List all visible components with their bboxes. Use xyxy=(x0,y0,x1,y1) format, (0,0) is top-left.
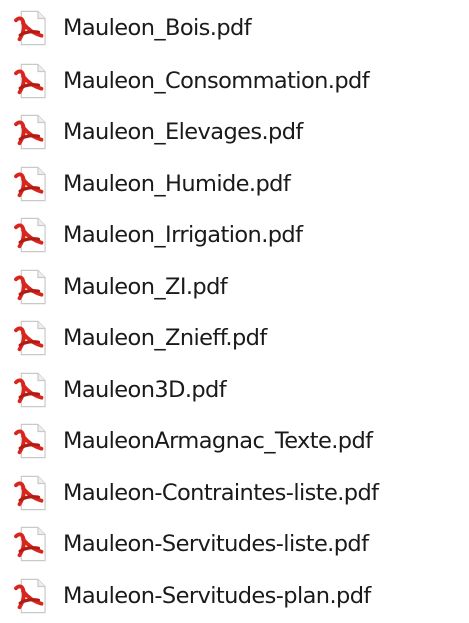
file-name: Mauleon_ZI.pdf xyxy=(63,273,228,300)
file-item[interactable]: MauleonArmagnac_Texte.pdf xyxy=(0,416,469,468)
file-name: Mauleon_Irrigation.pdf xyxy=(63,222,303,248)
file-name: MauleonArmagnac_Texte.pdf xyxy=(63,428,373,454)
file-name: Mauleon_Elevages.pdf xyxy=(63,119,303,145)
file-name: Mauleon_Bois.pdf xyxy=(63,14,252,41)
pdf-file-icon xyxy=(14,8,47,47)
file-item[interactable]: Mauleon3D.pdf xyxy=(0,364,469,416)
file-item[interactable]: Mauleon_Irrigation.pdf xyxy=(0,210,469,262)
pdf-file-icon xyxy=(14,62,47,100)
file-name: Mauleon-Servitudes-liste.pdf xyxy=(63,531,369,557)
pdf-file-icon xyxy=(14,474,47,512)
pdf-file-icon xyxy=(14,422,47,460)
pdf-file-icon xyxy=(14,216,47,254)
file-item[interactable]: Mauleon_Humide.pdf xyxy=(0,158,469,210)
file-item[interactable]: Mauleon_ZI.pdf xyxy=(0,261,469,313)
file-name: Mauleon3D.pdf xyxy=(63,376,227,403)
file-item[interactable]: Mauleon_Znieff.pdf xyxy=(0,313,469,365)
pdf-file-icon xyxy=(14,165,47,203)
pdf-file-icon xyxy=(14,371,47,409)
pdf-file-icon xyxy=(14,319,47,357)
file-item[interactable]: Mauleon_Bois.pdf xyxy=(0,0,469,55)
file-name: Mauleon_Consommation.pdf xyxy=(63,67,370,94)
file-name: Mauleon_Humide.pdf xyxy=(63,170,291,197)
file-item[interactable]: Mauleon-Contraintes-liste.pdf xyxy=(0,467,469,519)
pdf-file-icon xyxy=(14,525,47,563)
file-item[interactable]: Mauleon_Consommation.pdf xyxy=(0,55,469,107)
file-item[interactable]: Mauleon-Servitudes-plan.pdf xyxy=(0,570,469,622)
file-item[interactable]: Mauleon_Elevages.pdf xyxy=(0,107,469,159)
pdf-file-icon xyxy=(14,268,47,306)
file-name: Mauleon-Contraintes-liste.pdf xyxy=(63,479,379,506)
file-name: Mauleon_Znieff.pdf xyxy=(63,325,267,351)
file-list: Mauleon_Bois.pdf Mauleon_Consommation.pd… xyxy=(0,0,469,622)
pdf-file-icon xyxy=(14,577,47,615)
file-name: Mauleon-Servitudes-plan.pdf xyxy=(63,582,371,609)
pdf-file-icon xyxy=(14,113,47,151)
file-item[interactable]: Mauleon-Servitudes-liste.pdf xyxy=(0,519,469,571)
